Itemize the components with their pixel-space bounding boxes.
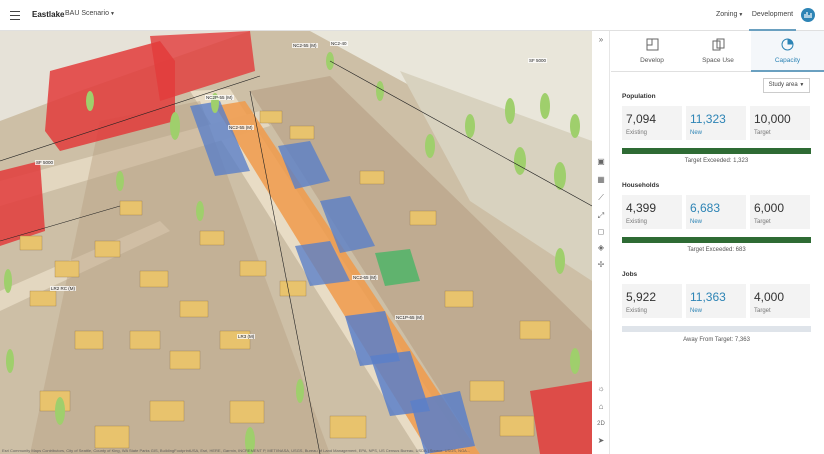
- progress-caption-population: Target Exceeded: 1,323: [684, 158, 749, 164]
- stat-label: Target: [754, 219, 771, 225]
- section-title-households: Households: [622, 182, 660, 189]
- section-title-population: Population: [622, 93, 656, 100]
- progress-bar-population: [622, 148, 811, 154]
- app-title: Eastlake: [32, 10, 65, 19]
- compass-icon[interactable]: ➤: [596, 436, 606, 446]
- stat-target-population: 10,000 Target: [750, 106, 810, 140]
- zone-label: NC2-65 (M): [352, 275, 378, 280]
- basemap-icon[interactable]: ▦: [596, 175, 606, 185]
- stat-new-population: 11,323 New: [686, 106, 746, 140]
- zone-label: NC2-40: [330, 41, 348, 46]
- zone-label: LR3 (M): [237, 334, 256, 339]
- zone-label: NC2-55 (M): [228, 125, 254, 130]
- scenario-dropdown[interactable]: BAU Scenario▼: [65, 10, 115, 17]
- stat-value: 4,399: [626, 201, 657, 215]
- section-title-jobs: Jobs: [622, 271, 638, 278]
- scene-canvas: [0, 31, 592, 454]
- app-header: Eastlake BAU Scenario▼ Zoning▼ Developme…: [0, 0, 824, 31]
- stat-label: Target: [754, 308, 771, 314]
- stat-value: 7,094: [626, 112, 657, 126]
- zone-label: NC1P-65 (M): [395, 315, 424, 320]
- tab-space-use[interactable]: Space Use: [685, 31, 751, 72]
- map-attribution: Esri Community Maps Contributors, City o…: [2, 448, 471, 453]
- space-use-icon: [712, 38, 725, 51]
- stat-value: 6,000: [754, 201, 785, 215]
- stat-value: 11,363: [690, 290, 726, 304]
- study-area-label: Study area: [768, 82, 798, 88]
- scenario-label: BAU Scenario: [65, 10, 109, 17]
- fullscreen-icon[interactable]: ⤢: [596, 211, 606, 221]
- stat-existing-jobs: 5,922 Existing: [622, 284, 682, 318]
- tab-label: Develop: [640, 57, 664, 64]
- zone-label: SF 5000: [35, 160, 55, 165]
- stat-existing-households: 4,399 Existing: [622, 195, 682, 229]
- stat-new-households: 6,683 New: [686, 195, 746, 229]
- stat-value: 5,922: [626, 290, 657, 304]
- tab-develop[interactable]: Develop: [619, 31, 685, 72]
- zone-label: LR2 RC (M): [50, 286, 77, 291]
- stat-label: New: [690, 130, 703, 136]
- tab-capacity[interactable]: Capacity: [751, 31, 824, 72]
- view-2d-toggle[interactable]: 2D: [596, 419, 606, 429]
- zoning-dropdown[interactable]: Zoning▼: [716, 11, 743, 18]
- progress-fill: [622, 237, 811, 243]
- study-area-dropdown[interactable]: Study area ▼: [763, 78, 810, 93]
- layers-icon[interactable]: ▣: [596, 157, 606, 167]
- stat-label: Existing: [626, 308, 648, 314]
- develop-icon: [646, 38, 659, 51]
- progress-caption-jobs: Away From Target: 7,363: [683, 337, 750, 343]
- stat-label: New: [690, 219, 703, 225]
- capacity-icon: [781, 38, 794, 51]
- measure-icon[interactable]: ⟋: [596, 193, 606, 203]
- tab-development[interactable]: Development: [749, 0, 796, 31]
- progress-bar-households: [622, 237, 811, 243]
- tab-label: Space Use: [702, 57, 734, 64]
- caret-down-icon: ▼: [799, 82, 805, 88]
- progress-caption-households: Target Exceeded: 683: [687, 247, 746, 253]
- zone-label: SF 5000: [528, 58, 548, 63]
- stat-new-jobs: 11,363 New: [686, 284, 746, 318]
- app-logo-icon[interactable]: [801, 8, 815, 22]
- stat-existing-population: 7,094 Existing: [622, 106, 682, 140]
- tab-label: Capacity: [774, 57, 801, 64]
- home-icon[interactable]: ⌂: [596, 402, 606, 412]
- expand-panel-icon[interactable]: »: [596, 35, 606, 45]
- zoning-label: Zoning: [716, 11, 738, 18]
- stat-target-jobs: 4,000 Target: [750, 284, 810, 318]
- stat-label: Existing: [626, 130, 648, 136]
- zone-label: NC2P-55 (M): [205, 95, 234, 100]
- progress-fill: [622, 148, 811, 154]
- progress-bar-jobs: [622, 326, 811, 332]
- caret-down-icon: ▼: [109, 11, 115, 17]
- map-toolstrip: » ▣ ▦ ⟋ ⤢ ◻ ◈ ✢ ☼ ⌂ 2D ➤: [592, 31, 610, 454]
- scene-view[interactable]: SF 5000 NC2-55 (M) NC2-40 NC2P-55 (M) NC…: [0, 31, 592, 454]
- stat-value: 10,000: [754, 112, 791, 126]
- bookmark-icon[interactable]: ◻: [596, 227, 606, 237]
- slice-icon[interactable]: ◈: [596, 243, 606, 253]
- caret-down-icon: ▼: [738, 12, 744, 18]
- sun-icon[interactable]: ☼: [596, 384, 606, 394]
- zone-label: NC2-55 (M): [292, 43, 318, 48]
- daylight-icon[interactable]: ✢: [596, 260, 606, 270]
- stat-label: Target: [754, 130, 771, 136]
- menu-icon[interactable]: [10, 11, 20, 20]
- stat-label: New: [690, 308, 703, 314]
- stat-value: 11,323: [690, 112, 726, 126]
- stat-target-households: 6,000 Target: [750, 195, 810, 229]
- panel-tabs: Develop Space Use Capacity: [611, 31, 824, 72]
- stat-value: 4,000: [754, 290, 785, 304]
- stat-label: Existing: [626, 219, 648, 225]
- stat-value: 6,683: [690, 201, 721, 215]
- capacity-panel: Develop Space Use Capacity Study area ▼ …: [611, 31, 824, 454]
